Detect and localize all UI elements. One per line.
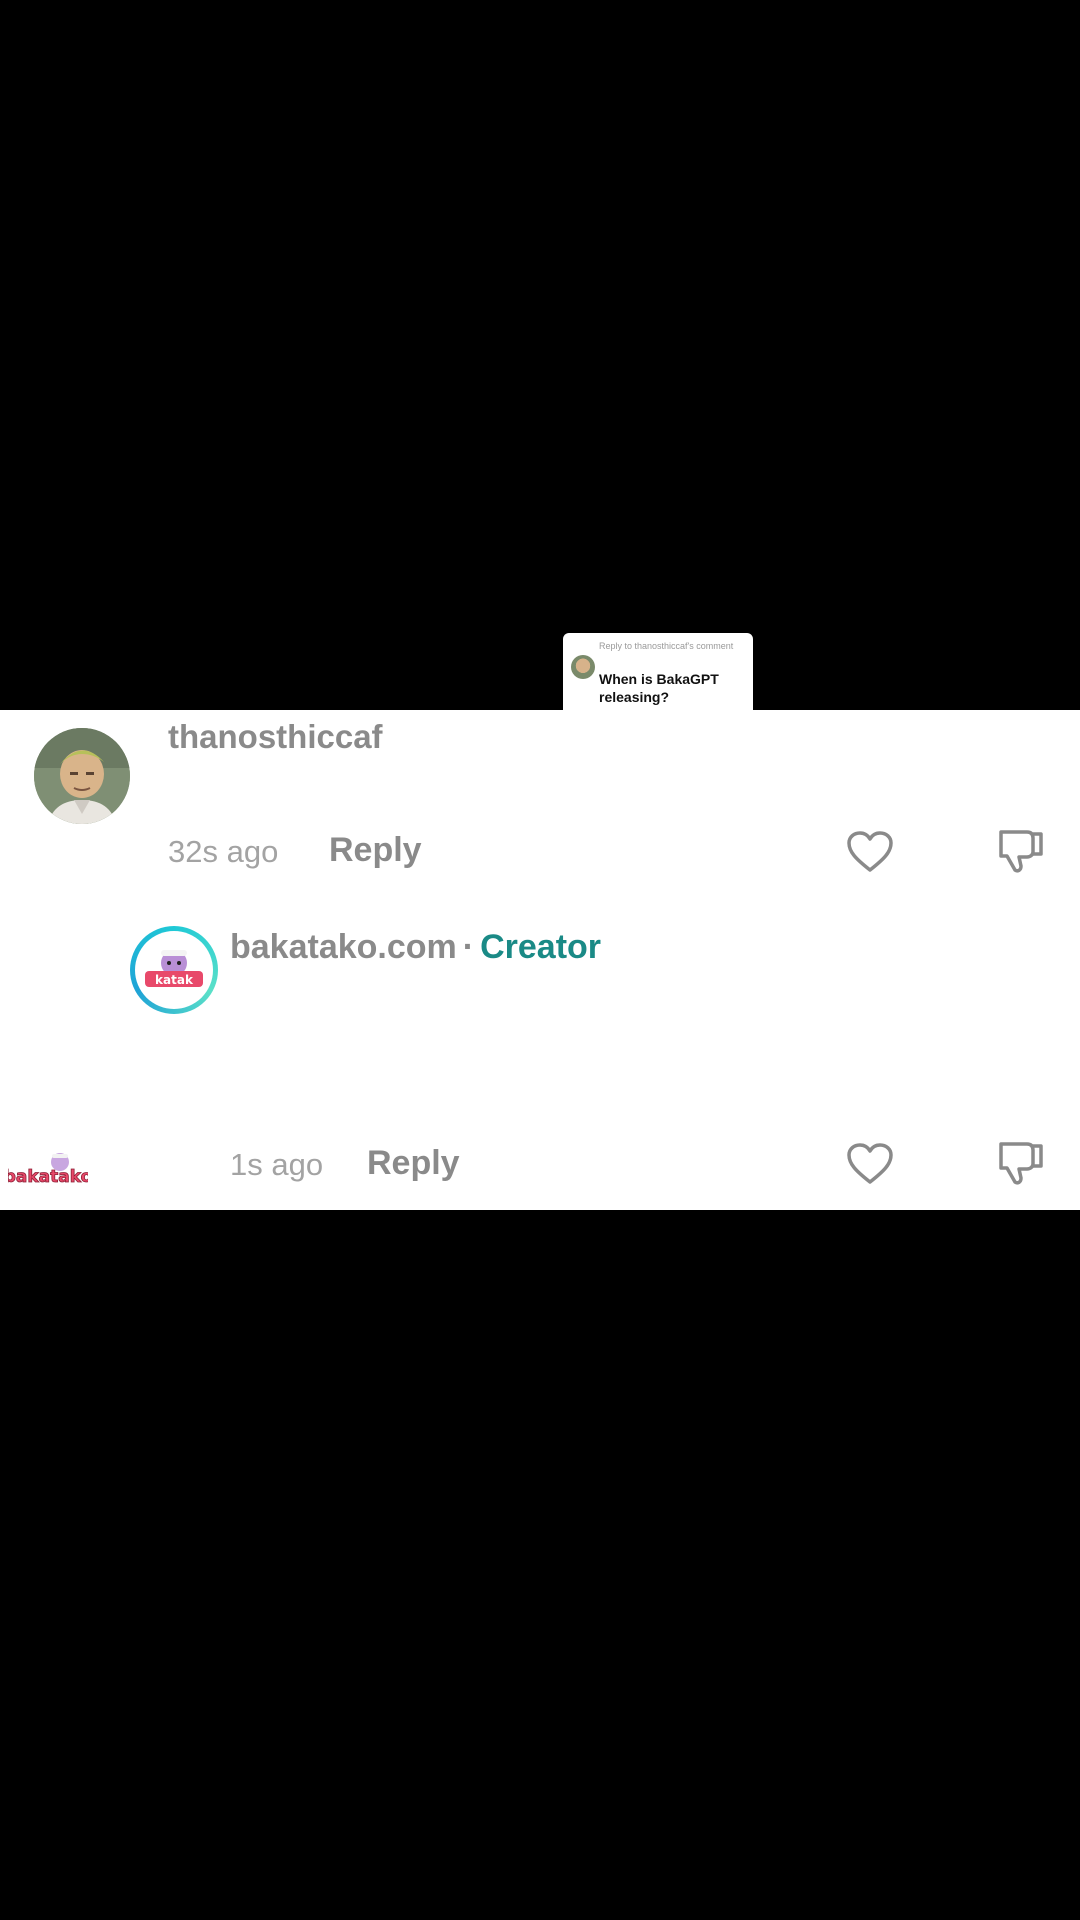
bubble-avatar (571, 655, 595, 679)
heart-icon (847, 831, 893, 872)
creator-avatar[interactable]: katak (130, 926, 218, 1014)
creator-name-line: bakatako.com · Creator (230, 928, 601, 967)
svg-text:katak: katak (155, 973, 194, 987)
comment-reply-button[interactable]: Reply (329, 831, 422, 870)
reply-timestamp: 1s ago (230, 1147, 324, 1182)
bubble-question: When is BakaGPT releasing? (599, 671, 719, 705)
reply-like-button[interactable] (846, 1142, 894, 1186)
creator-username[interactable]: bakatako.com (230, 928, 457, 966)
watermark-text: bakatako (8, 1167, 88, 1187)
comment-timestamp: 32s ago (168, 834, 279, 869)
reply-reply-button[interactable]: Reply (367, 1144, 460, 1183)
bubble-caption: Reply to thanosthiccaf's comment (599, 641, 734, 651)
avatar-illustration-icon (34, 728, 130, 824)
watermark-logo-icon: bakatako (3, 1153, 93, 1187)
commenter-username[interactable]: thanosthiccaf (168, 718, 383, 756)
comment-dislike-button[interactable] (997, 828, 1045, 874)
bakatako-logo-icon: katak (145, 950, 203, 987)
comment-like-button[interactable] (846, 830, 894, 874)
thumbs-down-icon (999, 1142, 1043, 1185)
heart-icon (847, 1143, 893, 1184)
reply-to-comment-bubble: Reply to thanosthiccaf's comment When is… (563, 633, 753, 711)
thumbs-down-icon (999, 830, 1043, 873)
name-separator: · (462, 928, 475, 966)
commenter-avatar[interactable] (34, 728, 130, 824)
reply-dislike-button[interactable] (997, 1140, 1045, 1186)
bakatako-watermark: bakatako (3, 1148, 93, 1194)
creator-badge: Creator (480, 928, 602, 966)
comments-panel: thanosthiccaf 32s ago Reply katak bakata… (0, 710, 1080, 1210)
creator-avatar-image: katak (135, 931, 213, 1009)
